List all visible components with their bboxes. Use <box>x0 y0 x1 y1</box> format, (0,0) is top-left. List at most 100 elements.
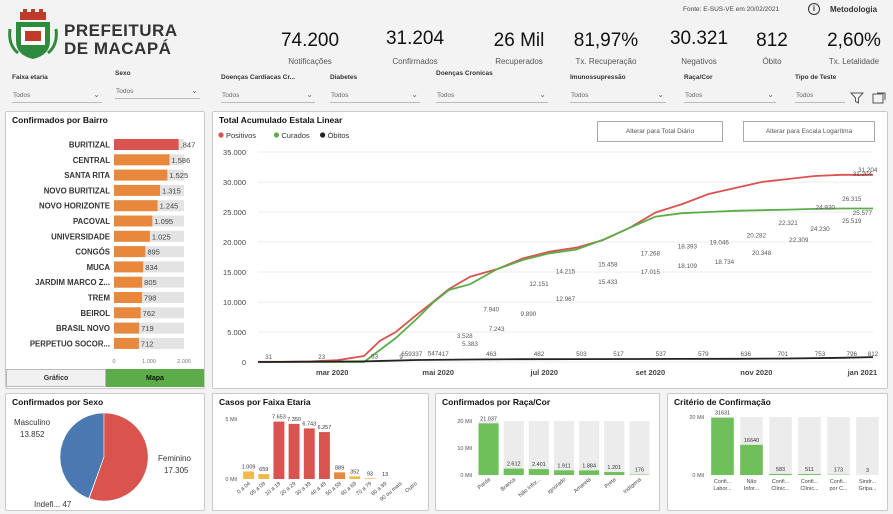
bar <box>478 423 499 475</box>
filter-diabetes-value: Todos <box>331 92 349 99</box>
x-tick-label: jan 2021 <box>847 368 878 377</box>
y-tick-label: 20.000 <box>223 238 246 247</box>
filter-cardiacas-value: Todos <box>222 92 240 99</box>
bairro-data-label: 1.525 <box>169 171 188 180</box>
curados-data-label: 9.890 <box>521 311 537 318</box>
bar-data-label: 6.743 <box>302 421 316 427</box>
filter-sexo-value: Todos <box>116 88 134 95</box>
criterio-title: Critério de Confirmação <box>674 397 771 407</box>
curados-data-label: 25.519 <box>842 218 862 225</box>
curados-data-label: 15.433 <box>598 279 618 286</box>
x-category-label-line2: Infor... <box>744 486 760 492</box>
obitos-data-label: 812 <box>868 351 879 358</box>
obitos-data-label: 636 <box>741 351 752 358</box>
bar <box>503 468 524 475</box>
chevron-down-icon: ⌄ <box>539 90 546 99</box>
bar-data-label: 659 <box>259 467 268 473</box>
x-category-label-line2: Clínic... <box>800 486 819 492</box>
obitos-data-label: 337 <box>412 351 423 358</box>
criterio-chart: 0 Mil20 Mil31631Confi...Labor...16640Não… <box>689 411 879 492</box>
bairro-category-label: PACOVAL <box>73 217 110 226</box>
faixa-chart: 0 Mil5 Mil1.0090 a 0465905 a 097.65310 a… <box>225 415 418 503</box>
bairro-category-label: MUCA <box>87 263 111 272</box>
x-tick-label: set 2020 <box>636 368 666 377</box>
x-category-label: 30 a 39 <box>295 481 313 497</box>
bairro-data-label: 805 <box>144 278 157 287</box>
positivos-data-label: 14.215 <box>556 269 576 276</box>
y-tick-label: 0 Mil <box>460 473 472 479</box>
x-category-label-line2: por C... <box>829 486 848 492</box>
positivos-data-label: 15.458 <box>598 261 618 268</box>
positivos-data-label: 18.393 <box>678 244 698 251</box>
x-category-label: Outro <box>404 481 418 494</box>
logo-text-2: DE MACAPÁ <box>64 39 172 58</box>
tab-grafico[interactable]: Gráfico <box>6 369 106 387</box>
bairro-category-label: TREM <box>88 294 110 303</box>
bar <box>288 423 300 479</box>
bar <box>579 470 600 475</box>
x-category-label: 05 a 09 <box>249 481 267 497</box>
faixa-title: Casos por Faixa Etaria <box>219 397 311 407</box>
legend-dot <box>218 132 224 138</box>
y-tick-label: 10 Mil <box>457 446 472 452</box>
x-category-label-line2: Labor... <box>713 486 732 492</box>
x-category-label: 20 a 29 <box>279 481 297 497</box>
obitos-data-label: 753 <box>815 351 826 358</box>
filter-cronicas-value: Todos <box>437 92 455 99</box>
filter-tipo-teste-value: Todos <box>796 92 814 99</box>
bar-data-label: 2.401 <box>532 462 546 468</box>
y-tick-label: 20 Mil <box>689 415 704 421</box>
bar-data-label: 31631 <box>715 411 730 417</box>
filter-raca-select[interactable]: Todos ⌄ <box>684 88 776 103</box>
sexo-title: Confirmados por Sexo <box>12 397 104 407</box>
kpi-recuperados-value: 26 Mil <box>493 30 545 51</box>
tab-mapa[interactable]: Mapa <box>106 369 204 387</box>
bairro-category-label: SANTA RITA <box>64 171 110 180</box>
filter-imuno-select[interactable]: Todos ⌄ <box>570 88 666 103</box>
bairro-bar <box>114 307 141 319</box>
x-category-label: Indígena <box>622 476 643 495</box>
bairro-data-label: 1.025 <box>152 232 171 241</box>
legend-label-positivos: Positivos <box>226 131 256 140</box>
bairro-category-label: BURITIZAL <box>69 141 110 150</box>
bairro-bar <box>114 154 170 166</box>
filter-tipo-teste-select[interactable]: Todos <box>795 88 845 103</box>
bar <box>349 476 361 479</box>
bairro-data-label: 712 <box>141 339 154 348</box>
x-category-label: Preta <box>604 476 619 490</box>
logo-text-1: PREFEITURA <box>64 21 178 40</box>
kpi-tx-recuperacao-label: Tx. Recuperação <box>575 57 637 66</box>
bar-data-label: 3 <box>866 468 869 474</box>
x-category-label: Confi... <box>772 479 790 485</box>
clear-filter-icon[interactable] <box>872 91 886 109</box>
filter-faixa-etaria-select[interactable]: Todos ⌄ <box>12 88 102 103</box>
curados-data-label: 20.348 <box>752 250 772 257</box>
positivos-data-label: 26.315 <box>842 196 862 203</box>
bairro-bar <box>114 184 161 196</box>
curados-data-label: 5.383 <box>462 341 478 348</box>
filter-sexo-select[interactable]: Todos ⌄ <box>115 84 200 99</box>
filter-diabetes-select[interactable]: Todos ⌄ <box>330 88 420 103</box>
kpi-tx-recuperacao-value: 81,97% <box>573 30 639 51</box>
x-category-label: Confi... <box>830 479 848 485</box>
x-category-label-line2: Gripa... <box>858 486 877 492</box>
x-category-label: 10 a 19 <box>264 481 282 497</box>
bar-data-label: 1.201 <box>607 465 621 471</box>
bairro-bar <box>114 169 168 181</box>
filter-cardiacas-select[interactable]: Todos ⌄ <box>221 88 315 103</box>
logo <box>8 9 58 61</box>
filter-icon[interactable] <box>849 91 865 109</box>
bairro-bar <box>114 261 144 273</box>
filter-cronicas-label: Doenças Cronicas <box>436 70 493 77</box>
bairro-category-label: CONGÓS <box>75 248 110 257</box>
pie-label-masculino: Masculino <box>14 418 51 427</box>
legend-dot <box>273 132 279 138</box>
obitos-data-label: 537 <box>656 351 667 358</box>
bairro-data-label: 1.245 <box>160 202 179 211</box>
info-icon[interactable]: i <box>808 3 820 15</box>
curados-data-label: 17.015 <box>641 269 661 276</box>
positivos-data-label: 31.204 <box>858 167 878 174</box>
filter-cronicas-select[interactable]: Todos ⌄ <box>436 88 548 103</box>
x-category-label: 40 a 49 <box>310 481 328 497</box>
metodologia-link[interactable]: Metodologia <box>830 5 877 14</box>
